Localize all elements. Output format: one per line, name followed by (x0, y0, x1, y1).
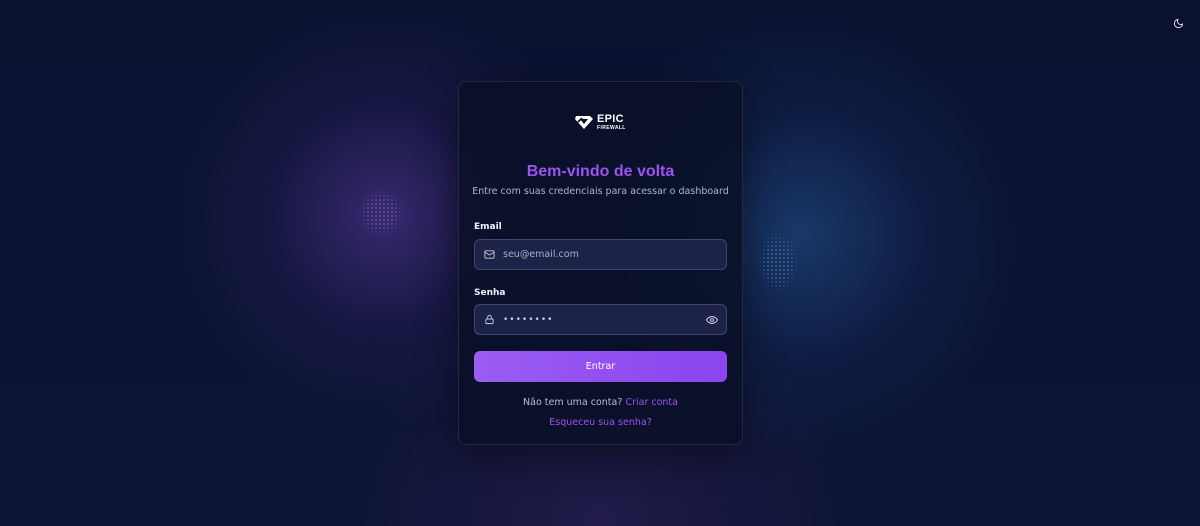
login-card: EPIC FIREWALL Bem-vindo de volta Entre c… (458, 81, 743, 445)
signup-prompt: Não tem uma conta? Criar conta (459, 397, 742, 408)
logo-subwordmark: FIREWALL (597, 124, 626, 131)
create-account-link[interactable]: Criar conta (625, 397, 678, 408)
mail-icon (475, 249, 503, 260)
email-input[interactable] (503, 240, 726, 269)
page-title: Bem-vindo de volta (526, 163, 675, 180)
forgot-password-container: Esqueceu sua senha? (459, 417, 742, 428)
forgot-password-link[interactable]: Esqueceu sua senha? (549, 417, 651, 428)
password-label: Senha (474, 288, 506, 298)
background-dots-left (358, 190, 404, 236)
page-subtitle: Entre com suas credenciais para acessar … (472, 186, 729, 197)
background-dots-right (758, 232, 798, 292)
theme-toggle-button[interactable] (1168, 13, 1188, 33)
eye-icon[interactable] (698, 314, 726, 326)
password-input[interactable] (503, 305, 698, 334)
epic-firewall-logo-icon (575, 116, 593, 129)
signup-prompt-text: Não tem uma conta? (523, 397, 623, 408)
moon-icon (1173, 18, 1183, 28)
brand-logo: EPIC FIREWALL (574, 112, 626, 132)
logo-wordmark: EPIC (597, 112, 624, 125)
email-field-container (474, 239, 727, 270)
lock-icon (475, 314, 503, 325)
email-label: Email (474, 222, 502, 232)
login-submit-button[interactable]: Entrar (474, 351, 727, 382)
password-field-container (474, 304, 727, 335)
